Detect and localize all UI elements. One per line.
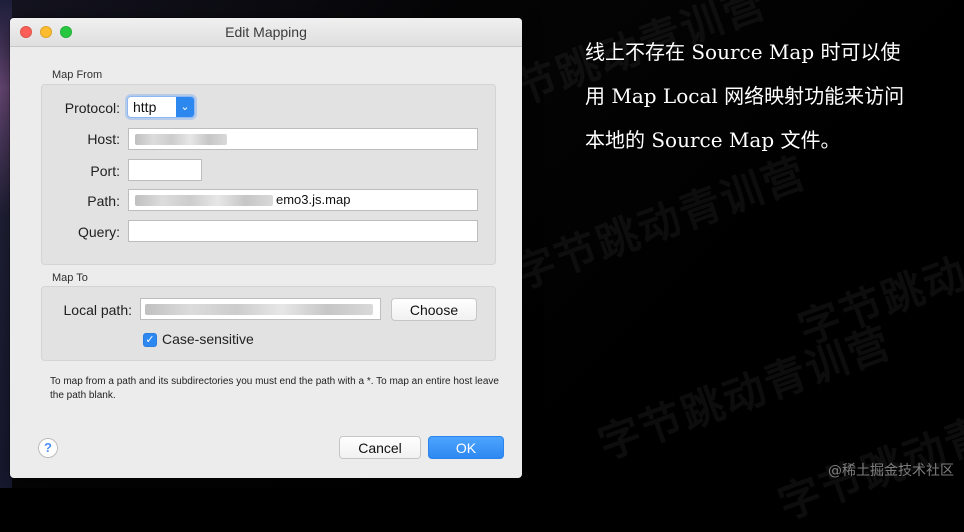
- port-input[interactable]: [128, 159, 202, 181]
- edit-mapping-dialog: Edit Mapping Map From Protocol: http ⌄ H…: [10, 18, 522, 478]
- port-label: Port:: [90, 163, 120, 179]
- window-title: Edit Mapping: [225, 24, 307, 40]
- path-value: emo3.js.map: [276, 192, 351, 207]
- cancel-button[interactable]: Cancel: [339, 436, 421, 459]
- protocol-label: Protocol:: [64, 100, 120, 116]
- chevron-down-icon[interactable]: ⌄: [176, 97, 194, 117]
- side-caption: 线上不存在 Source Map 时可以使用 Map Local 网络映射功能来…: [585, 40, 905, 152]
- redacted-path: [135, 195, 273, 206]
- redacted-local-path: [145, 304, 373, 315]
- path-input[interactable]: emo3.js.map: [128, 189, 478, 211]
- path-label: Path:: [87, 193, 120, 209]
- host-label: Host:: [87, 131, 120, 147]
- case-sensitive-checkbox[interactable]: ✓: [143, 333, 157, 347]
- protocol-select[interactable]: http ⌄: [127, 96, 195, 118]
- case-sensitive-label[interactable]: Case-sensitive: [162, 331, 254, 347]
- map-from-section-label: Map From: [52, 69, 103, 81]
- ok-button[interactable]: OK: [428, 436, 504, 459]
- local-path-label: Local path:: [63, 302, 133, 318]
- window-titlebar: Edit Mapping: [10, 18, 522, 47]
- source-credit: @稀土掘金技术社区: [828, 463, 954, 479]
- local-path-input[interactable]: [140, 298, 381, 320]
- host-input[interactable]: [128, 128, 478, 150]
- choose-button[interactable]: Choose: [391, 298, 477, 321]
- redacted-host: [135, 134, 227, 145]
- protocol-value: http: [133, 99, 157, 115]
- query-label: Query:: [77, 224, 120, 240]
- query-input[interactable]: [128, 220, 478, 242]
- help-text: To map from a path and its subdirectorie…: [50, 376, 499, 401]
- help-button[interactable]: ?: [38, 438, 58, 458]
- map-to-section-label: Map To: [52, 272, 88, 284]
